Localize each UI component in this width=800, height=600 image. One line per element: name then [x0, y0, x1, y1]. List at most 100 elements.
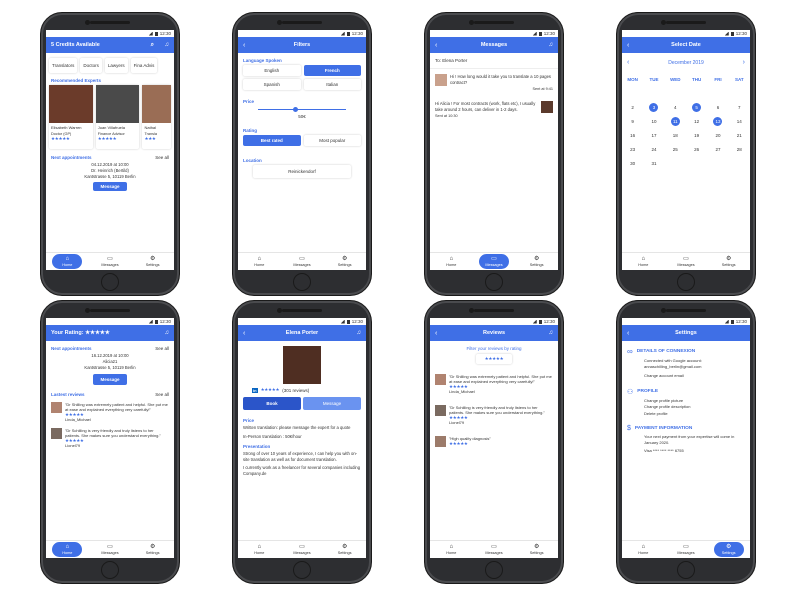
calendar-day[interactable]: 13 — [711, 116, 725, 126]
price-slider[interactable] — [258, 106, 346, 114]
tab-home[interactable]: ⌂ Home — [52, 254, 83, 269]
calendar-day[interactable]: 31 — [647, 161, 661, 166]
tab-messages[interactable]: ▭ Messages — [671, 254, 701, 269]
tab-home[interactable]: ⌂ Home — [52, 542, 83, 557]
message-button[interactable]: Message — [93, 374, 127, 385]
tab-messages[interactable]: ▭ Messages — [287, 542, 317, 557]
calendar-day[interactable]: 25 — [668, 147, 682, 152]
book-button[interactable]: Book — [243, 397, 301, 410]
back-icon[interactable]: ‹ — [435, 330, 437, 337]
tab-settings[interactable]: ⚙ Settings — [713, 542, 744, 557]
tab-messages[interactable]: ▭ Messages — [671, 542, 701, 557]
slider-thumb[interactable] — [293, 107, 299, 112]
message-icon: ▭ — [683, 544, 689, 550]
rating-best[interactable]: Best rated — [243, 135, 301, 146]
expert-card[interactable]: Nathal Transla ★★★ — [142, 85, 171, 149]
calendar-day[interactable]: 3 — [647, 102, 661, 112]
calendar-day[interactable]: 23 — [626, 147, 640, 152]
calendar-day[interactable]: 5 — [690, 102, 704, 112]
calendar-day[interactable]: 21 — [732, 133, 746, 138]
tab-home[interactable]: ⌂ Home — [436, 254, 466, 269]
calendar-day[interactable]: 16 — [626, 133, 640, 138]
tab-messages[interactable]: ▭ Messages — [95, 542, 125, 557]
category-translators[interactable]: Translators — [49, 58, 78, 73]
back-icon[interactable]: ‹ — [435, 42, 437, 49]
calendar-day[interactable]: 19 — [690, 133, 704, 138]
calendar-day[interactable]: 12 — [690, 119, 704, 124]
tab-settings[interactable]: ⚙ Settings — [714, 254, 744, 269]
calendar-day[interactable]: 6 — [711, 105, 725, 110]
category-lawyers[interactable]: Lawyers — [104, 58, 128, 73]
tab-settings[interactable]: ⚙ Settings — [330, 254, 360, 269]
tab-settings[interactable]: ⚙ Settings — [522, 254, 552, 269]
tab-home[interactable]: ⌂ Home — [436, 542, 466, 557]
calendar-day[interactable]: 28 — [732, 147, 746, 152]
next-month-icon[interactable]: › — [743, 59, 745, 66]
review-text: "Dr Shilling was extremely patient and h… — [449, 374, 552, 384]
calendar-day[interactable]: 27 — [711, 147, 725, 152]
tab-settings[interactable]: ⚙ Settings — [138, 542, 168, 557]
review-count[interactable]: (301 reviews) — [282, 388, 309, 393]
tab-messages-label: Messages — [293, 263, 311, 267]
expert-card[interactable]: Elisabeth Warren Doctor (GP) ★★★★★ — [49, 85, 93, 149]
rating-filter[interactable]: ★★★★★ — [476, 354, 512, 364]
lang-italian[interactable]: Italian — [303, 79, 361, 90]
tab-home[interactable]: ⌂ Home — [628, 542, 658, 557]
calendar-day[interactable]: 4 — [668, 105, 682, 110]
tab-home[interactable]: ⌂ Home — [244, 254, 274, 269]
bell-icon[interactable]: ♫ — [165, 330, 170, 336]
phone-messages: 12:30 ‹ Messages ♫ To: Elena Porter Hi ! H… — [424, 12, 564, 296]
back-icon[interactable]: ‹ — [243, 42, 245, 49]
tab-home[interactable]: ⌂ Home — [628, 254, 658, 269]
tab-home-label: Home — [62, 263, 73, 267]
calendar-day[interactable]: 26 — [690, 147, 704, 152]
bell-icon[interactable]: ♫ — [549, 42, 554, 48]
search-icon[interactable]: ⌕ — [151, 42, 154, 49]
rating-popular[interactable]: Most popular — [303, 135, 361, 146]
prev-month-icon[interactable]: ‹ — [627, 59, 629, 66]
lang-spanish[interactable]: Spanish — [243, 79, 301, 90]
see-all-link[interactable]: See all — [155, 346, 169, 351]
lang-french[interactable]: French — [303, 65, 361, 76]
back-icon[interactable]: ‹ — [627, 42, 629, 49]
tab-home[interactable]: ⌂ Home — [244, 542, 274, 557]
bell-icon[interactable]: ♫ — [357, 330, 362, 336]
lang-english[interactable]: English — [243, 65, 301, 76]
speaker — [90, 21, 130, 24]
tab-messages[interactable]: ▭ Messages — [287, 254, 317, 269]
calendar-day[interactable]: 11 — [668, 116, 682, 126]
calendar-day[interactable]: 10 — [647, 119, 661, 124]
category-doctors[interactable]: Doctors — [80, 58, 102, 73]
back-icon[interactable]: ‹ — [627, 330, 629, 337]
linkedin-icon[interactable]: in — [252, 387, 258, 393]
tab-messages[interactable]: ▭ Messages — [95, 254, 125, 269]
calendar-day[interactable]: 30 — [626, 161, 640, 166]
see-all-reviews-link[interactable]: See all — [155, 392, 169, 397]
location-input[interactable]: Reinickendorf — [253, 165, 351, 178]
see-all-link[interactable]: See all — [155, 155, 169, 160]
tab-settings[interactable]: ⚙ Settings — [522, 542, 552, 557]
tab-messages[interactable]: ▭ Messages — [478, 254, 509, 269]
tab-messages-label: Messages — [485, 551, 503, 555]
tab-settings[interactable]: ⚙ Settings — [138, 254, 168, 269]
category-finance[interactable]: Fina Advis — [130, 58, 158, 73]
calendar-day[interactable]: 24 — [647, 147, 661, 152]
calendar-day[interactable]: 7 — [732, 105, 746, 110]
message-button[interactable]: Message — [303, 397, 361, 410]
calendar-day[interactable]: 20 — [711, 133, 725, 138]
calendar-day[interactable]: 14 — [732, 119, 746, 124]
message-button[interactable]: Message — [93, 182, 127, 191]
calendar-day[interactable]: 9 — [626, 119, 640, 124]
avatar — [51, 402, 62, 413]
bell-icon[interactable]: ♫ — [165, 42, 170, 48]
calendar-day[interactable]: 18 — [668, 133, 682, 138]
bell-icon[interactable]: ♫ — [549, 330, 554, 336]
calendar-day-label: 23 — [630, 146, 636, 152]
calendar-day[interactable]: 17 — [647, 133, 661, 138]
tab-messages[interactable]: ▭ Messages — [479, 542, 509, 557]
screen-home: 12:30 5 Credits Available ⌕ ♫ Translator… — [46, 30, 174, 270]
expert-card[interactable]: Juan Villafruela Finance Advisor ★★★★★ — [95, 85, 140, 149]
back-icon[interactable]: ‹ — [243, 330, 245, 337]
calendar-day[interactable]: 2 — [626, 105, 640, 110]
tab-settings[interactable]: ⚙ Settings — [330, 542, 360, 557]
